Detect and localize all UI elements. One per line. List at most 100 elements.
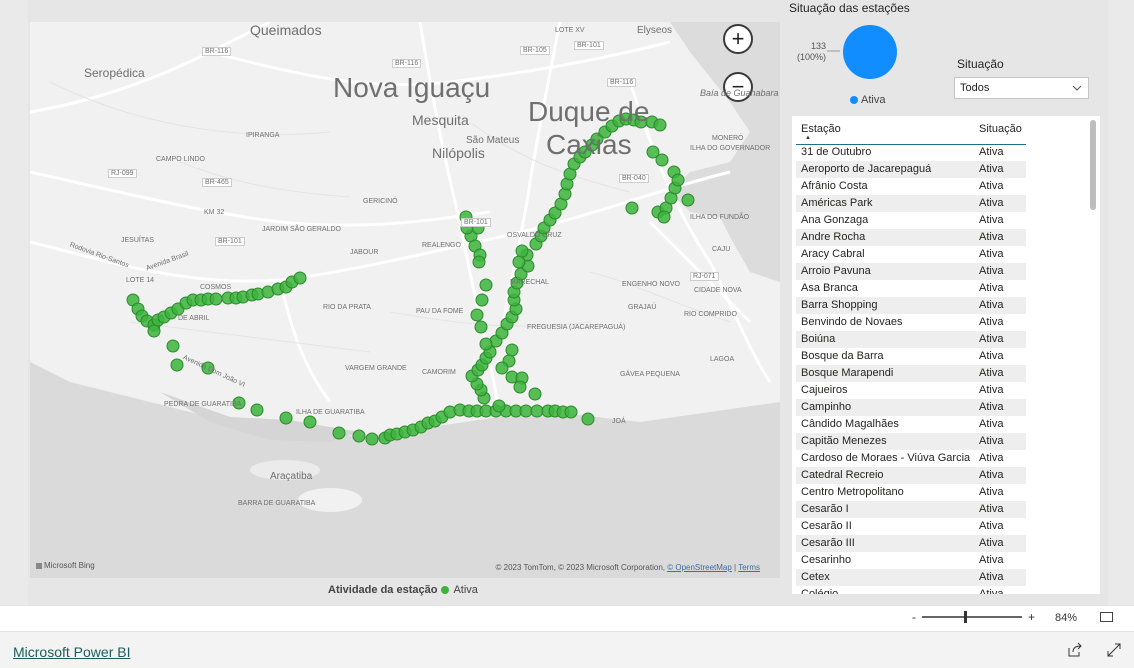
station-marker[interactable]: [512, 255, 526, 269]
map-area-label: MARECHAL: [510, 279, 549, 286]
station-marker[interactable]: [479, 337, 493, 351]
column-header-estacao[interactable]: Estação: [801, 123, 841, 135]
power-bi-link[interactable]: Microsoft Power BI: [13, 644, 130, 660]
station-marker[interactable]: [209, 292, 223, 306]
table-row[interactable]: Benvindo de Novaes Ativa: [796, 314, 1026, 331]
osm-link[interactable]: © OpenStreetMap: [667, 563, 732, 572]
station-marker[interactable]: [474, 320, 488, 334]
station-marker[interactable]: [147, 324, 161, 338]
zoom-in-button[interactable]: +: [1028, 610, 1035, 624]
table-row[interactable]: Colégio Ativa: [796, 586, 1026, 594]
table-row[interactable]: Asa Branca Ativa: [796, 280, 1026, 297]
station-marker[interactable]: [513, 380, 527, 394]
zoom-slider[interactable]: [922, 611, 1022, 623]
station-marker[interactable]: [279, 411, 293, 425]
table-row[interactable]: Capitão Menezes Ativa: [796, 433, 1026, 450]
station-marker[interactable]: [352, 429, 366, 443]
table-row[interactable]: Ana Gonzaga Ativa: [796, 212, 1026, 229]
station-marker[interactable]: [303, 415, 317, 429]
table-row[interactable]: Cesarão I Ativa: [796, 501, 1026, 518]
road-shield: BR-116: [392, 59, 422, 68]
map-city-label: Elyseos: [637, 25, 673, 36]
station-marker[interactable]: [479, 278, 493, 292]
map-city-label: Caxias: [546, 129, 632, 160]
cell-situacao: Ativa: [979, 350, 1004, 362]
table-header: Estação ▲ Situação: [796, 116, 1026, 145]
station-marker[interactable]: [657, 210, 671, 224]
station-marker[interactable]: [519, 404, 533, 418]
station-marker[interactable]: [470, 308, 484, 322]
table-scrollbar[interactable]: [1090, 120, 1096, 210]
station-marker[interactable]: [472, 255, 486, 269]
station-marker[interactable]: [671, 173, 685, 187]
station-marker[interactable]: [530, 404, 544, 418]
table-row[interactable]: Barra Shopping Ativa: [796, 297, 1026, 314]
cell-situacao: Ativa: [979, 401, 1004, 413]
table-row[interactable]: Cetex Ativa: [796, 569, 1026, 586]
station-marker[interactable]: [293, 271, 307, 285]
table-row[interactable]: Bosque da Barra Ativa: [796, 348, 1026, 365]
station-marker[interactable]: [646, 145, 660, 159]
cell-estacao: Boiúna: [801, 333, 836, 345]
table-row[interactable]: Cesarão II Ativa: [796, 518, 1026, 535]
station-marker[interactable]: [166, 339, 180, 353]
table-row[interactable]: Aracy Cabral Ativa: [796, 246, 1026, 263]
cell-situacao: Ativa: [979, 537, 1004, 549]
cell-estacao: Centro Metropolitano: [801, 486, 904, 498]
table-row[interactable]: Campinho Ativa: [796, 399, 1026, 416]
table-row[interactable]: Cardoso de Moraes - Viúva Garcia Ativa: [796, 450, 1026, 467]
station-marker[interactable]: [475, 293, 489, 307]
table-row[interactable]: Cesarão III Ativa: [796, 535, 1026, 552]
table-row[interactable]: Boiúna Ativa: [796, 331, 1026, 348]
cell-situacao: Ativa: [979, 571, 1004, 583]
table-row[interactable]: Afrânio Costa Ativa: [796, 178, 1026, 195]
zoom-out-button[interactable]: -: [912, 610, 916, 624]
pie-legend-item: Ativa: [861, 94, 886, 106]
map-attribution: © 2023 TomTom, © 2023 Microsoft Corporat…: [495, 563, 761, 572]
station-marker[interactable]: [528, 387, 542, 401]
cell-estacao: Aeroporto de Jacarepaguá: [801, 163, 932, 175]
pie-slice-ativa[interactable]: [843, 25, 897, 79]
map-area-label: RIO COMPRIDO: [684, 311, 737, 318]
fit-to-page-icon[interactable]: [1100, 612, 1113, 622]
station-marker[interactable]: [515, 244, 529, 258]
stations-map[interactable]: + − Queimados Elyseos Seropédica Nova Ig…: [30, 22, 780, 578]
station-marker[interactable]: [250, 403, 264, 417]
table-row[interactable]: Bosque Marapendi Ativa: [796, 365, 1026, 382]
table-row[interactable]: Cajueiros Ativa: [796, 382, 1026, 399]
legend-dot-icon: [850, 96, 858, 104]
station-marker[interactable]: [681, 193, 695, 207]
zoom-slider-thumb[interactable]: [964, 611, 967, 623]
legend-dot-icon: [441, 586, 450, 594]
station-marker[interactable]: [653, 118, 667, 132]
stations-table[interactable]: Estação ▲ Situação 31 de Outubro Ativa Aer…: [792, 116, 1100, 594]
table-row[interactable]: Catedral Recreio Ativa: [796, 467, 1026, 484]
station-marker[interactable]: [505, 343, 519, 357]
table-row[interactable]: Cândido Magalhães Ativa: [796, 416, 1026, 433]
map-area-label: FREGUESIA (JACAREPAGUÁ): [527, 324, 626, 331]
terms-link[interactable]: Terms: [738, 563, 760, 572]
table-row[interactable]: Américas Park Ativa: [796, 195, 1026, 212]
column-header-situacao[interactable]: Situação: [979, 123, 1022, 135]
situacao-dropdown[interactable]: Todos: [954, 77, 1089, 99]
table-row[interactable]: Aeroporto de Jacarepaguá Ativa: [796, 161, 1026, 178]
station-marker[interactable]: [170, 358, 184, 372]
cell-estacao: Andre Rocha: [801, 231, 866, 243]
station-marker[interactable]: [625, 201, 639, 215]
station-marker[interactable]: [492, 399, 506, 413]
station-marker[interactable]: [495, 361, 509, 375]
station-marker[interactable]: [581, 412, 595, 426]
table-row[interactable]: 31 de Outubro Ativa: [796, 144, 1026, 161]
cell-estacao: Asa Branca: [801, 282, 858, 294]
table-row[interactable]: Andre Rocha Ativa: [796, 229, 1026, 246]
map-area-label: ENGENHO NOVO: [622, 281, 680, 288]
share-icon[interactable]: [1067, 642, 1083, 658]
station-marker[interactable]: [365, 432, 379, 446]
fullscreen-icon[interactable]: [1106, 642, 1122, 658]
map-zoom-in-button[interactable]: +: [723, 24, 753, 54]
station-marker[interactable]: [564, 405, 578, 419]
table-row[interactable]: Centro Metropolitano Ativa: [796, 484, 1026, 501]
station-marker[interactable]: [332, 426, 346, 440]
table-row[interactable]: Cesarinho Ativa: [796, 552, 1026, 569]
table-row[interactable]: Arroio Pavuna Ativa: [796, 263, 1026, 280]
